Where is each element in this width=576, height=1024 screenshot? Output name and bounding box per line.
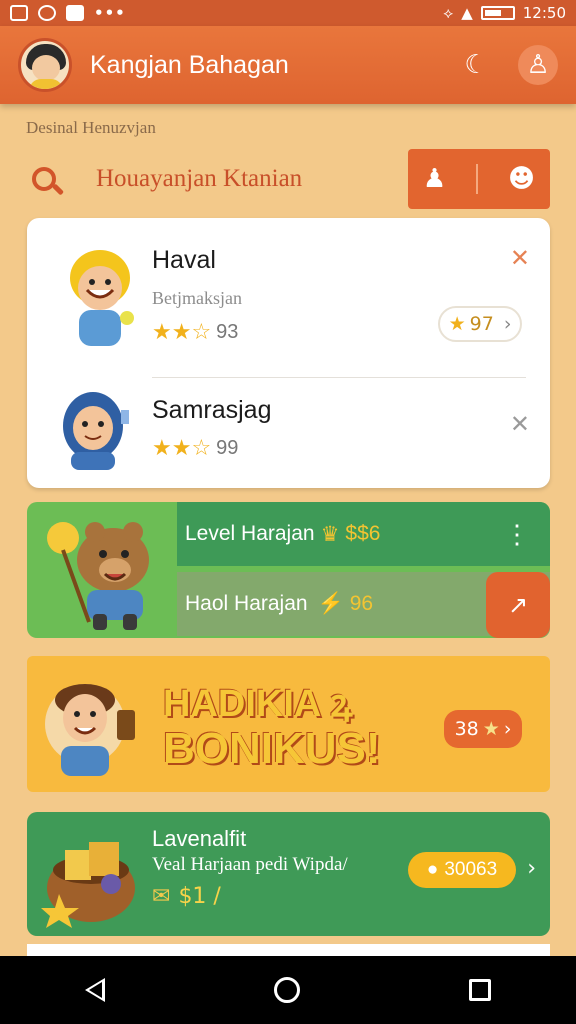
rating-value: 93: [216, 321, 239, 343]
rating-stars: ★★☆ 93: [152, 320, 238, 345]
mascot-icon[interactable]: ☻: [508, 164, 535, 194]
bonus-badge[interactable]: 38 ★ ›: [444, 710, 522, 748]
coin-icon: ●: [426, 859, 439, 880]
moon-icon[interactable]: ☾: [456, 45, 496, 85]
basket-image: [41, 822, 141, 928]
image-notification-icon: [10, 5, 28, 21]
reward-card[interactable]: Lavenalfit Veal Harjaan pedi Wipda/ ✉ $1…: [27, 812, 550, 936]
section-caption: Desinal Henuzvjan: [26, 118, 156, 137]
level-label: Level Harajan: [185, 522, 315, 545]
bonus-character-image: [43, 670, 143, 780]
rating-value: 99: [216, 437, 239, 459]
star-icon: ★: [482, 718, 500, 740]
recents-icon[interactable]: [469, 979, 492, 1001]
back-icon[interactable]: [84, 978, 105, 1002]
app-bar: Kangjan Bahagan ☾ ♙: [0, 26, 576, 104]
status-time: 12:50: [522, 4, 566, 22]
level-card: Level Harajan ♛ $$6 ⋮ Haol Harajan ⚡ 96 …: [27, 502, 550, 638]
crown-icon: ♛: [320, 522, 340, 546]
more-vertical-icon[interactable]: ⋮: [504, 519, 530, 550]
go-button[interactable]: ↗: [486, 572, 550, 638]
player-subtitle: Betjmaksjan: [152, 288, 242, 308]
level-label: Haol Harajan: [185, 592, 308, 615]
search-bar[interactable]: Houayanjan Ktanian ♟ ☻: [26, 148, 550, 210]
search-icon: [26, 159, 66, 199]
home-icon[interactable]: [273, 977, 300, 1003]
arrow-icon: ↗: [507, 591, 529, 619]
app-title: Kangjan Bahagan: [90, 50, 289, 79]
player-name: Haval: [152, 246, 216, 274]
price-value: $1 /: [178, 884, 221, 909]
level-value: 96: [349, 592, 374, 615]
search-text[interactable]: Houayanjan Ktanian: [96, 165, 302, 193]
filter-person-icon[interactable]: ♟: [423, 164, 446, 194]
battery-icon: [480, 6, 515, 20]
lightning-icon: ⚡: [317, 592, 344, 615]
bonus-banner[interactable]: HADIKIA ꝝ BONIKUS! 38 ★ ›: [27, 656, 550, 792]
reward-description: Veal Harjaan pedi Wipda/: [152, 854, 348, 875]
signal-icon: ▲: [461, 4, 473, 22]
system-navigation-bar: [0, 956, 576, 1024]
reward-coins-button[interactable]: ● 30063: [408, 852, 516, 888]
character-avatar: [61, 390, 133, 470]
clock-notification-icon: [38, 5, 56, 21]
star-icon: ★: [448, 313, 466, 335]
more-notifications-icon: •••: [94, 4, 126, 22]
player-list-card: Haval Betjmaksjan ★★☆ 93 ✕ ★ 97 › Samras…: [27, 218, 550, 488]
chevron-right-icon: ›: [503, 313, 512, 335]
bonus-title: HADIKIA ꝝ: [163, 683, 353, 725]
level-row[interactable]: Level Harajan ♛ $$6 ⋮: [177, 502, 550, 566]
status-bar: ••• ⟡ ▲ 12:50: [0, 0, 576, 26]
level-value: $$6: [345, 522, 381, 545]
profile-icon[interactable]: ♙: [518, 45, 558, 85]
score-value: 97: [469, 313, 494, 335]
list-item[interactable]: Samrasjag ★★☆ 99 ✕: [27, 378, 550, 488]
avatar[interactable]: [18, 38, 72, 92]
mascot-image: [37, 510, 167, 634]
star-icon: ★★☆: [152, 320, 212, 345]
chevron-right-icon: ›: [503, 718, 512, 740]
character-avatar: [65, 248, 135, 348]
bonus-value: 38: [454, 718, 479, 740]
ticket-icon: ✉: [152, 884, 171, 909]
rating-stars: ★★☆ 99: [152, 436, 238, 461]
reward-title: Lavenalfit: [152, 826, 247, 851]
app-notification-icon: [66, 5, 84, 21]
chevron-right-icon[interactable]: ›: [527, 856, 536, 881]
reward-price: ✉ $1 /: [152, 884, 221, 909]
star-icon: ★★☆: [152, 436, 212, 461]
close-icon[interactable]: ✕: [510, 244, 530, 272]
bonus-subtitle: BONIKUS!: [163, 724, 381, 773]
player-name: Samrasjag: [152, 396, 272, 424]
coin-value: 30063: [444, 859, 498, 880]
wifi-icon: ⟡: [443, 4, 454, 22]
list-item[interactable]: Haval Betjmaksjan ★★☆ 93 ✕ ★ 97 ›: [27, 218, 550, 376]
search-actions: ♟ ☻: [408, 149, 550, 209]
score-badge[interactable]: ★ 97 ›: [438, 306, 522, 342]
close-icon[interactable]: ✕: [510, 410, 530, 438]
